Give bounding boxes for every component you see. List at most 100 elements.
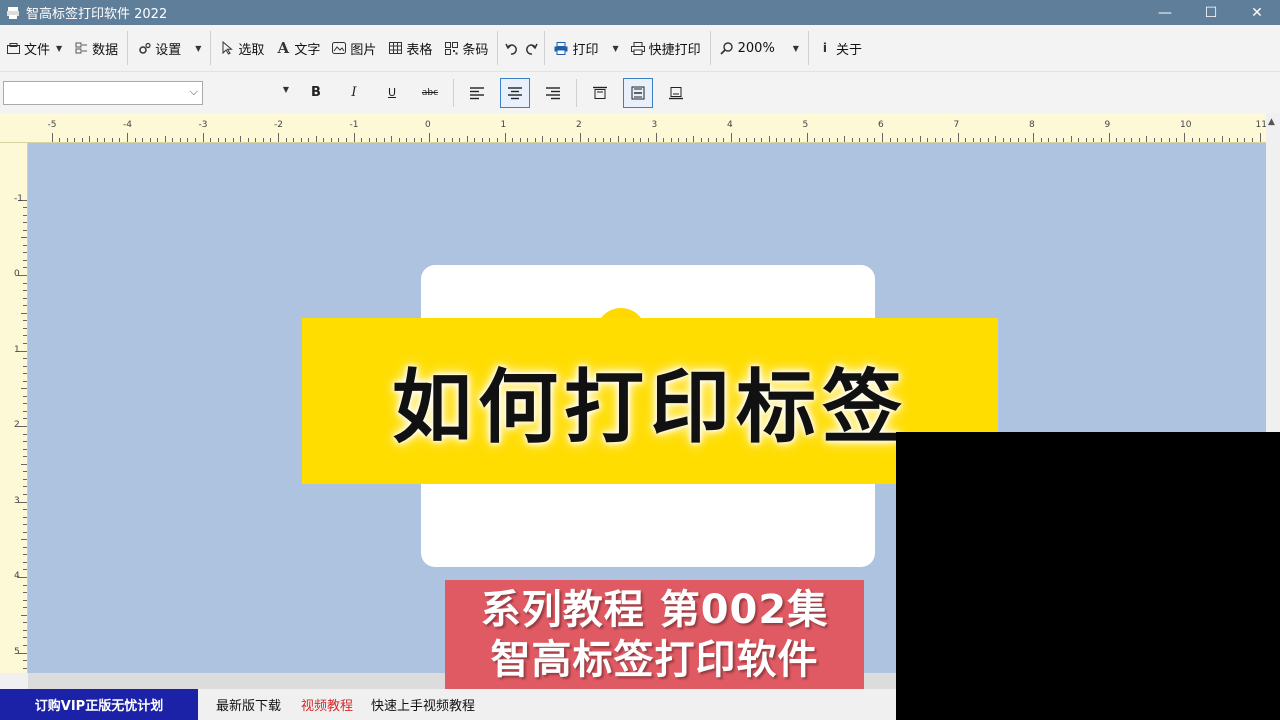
quick-print-button[interactable]: 快捷打印 [625,33,707,63]
ruler-tick [21,312,27,314]
ruler-tick [391,136,393,142]
ruler-tick [89,136,91,142]
ruler-tick [376,138,378,142]
ruler-tick [23,290,27,292]
ruler-tick [602,138,604,142]
ruler-tick [429,133,430,142]
underline-button[interactable]: U [377,78,407,108]
ruler-tick [851,138,853,142]
font-size-select[interactable]: ▼ [207,81,291,105]
ruler-tick [278,133,279,142]
zoom-select[interactable]: 200% ▼ [714,33,805,63]
ruler-tick [1236,138,1238,142]
ruler-tick [489,138,491,142]
about-button[interactable]: i 关于 [812,33,868,63]
ruler-tick [217,138,219,142]
ruler-tick [663,138,665,142]
video-tutorial-link[interactable]: 视频教程 [301,695,353,714]
ruler-label: -1 [14,193,23,204]
valign-top-button[interactable] [585,78,615,108]
ruler-tick [23,267,27,269]
ruler-tick [23,667,27,669]
scroll-up-icon[interactable]: ▲ [1268,117,1275,127]
align-left-icon [470,86,484,99]
ruler-tick [783,138,785,142]
text-tool-button[interactable]: A 文字 [270,33,326,63]
print-button[interactable]: 打印 ▼ [548,33,624,63]
ruler-tick [202,133,204,142]
ruler-tick [942,138,944,142]
ruler-tick [1093,138,1095,142]
valign-middle-button[interactable] [623,77,653,108]
ruler-tick [617,136,619,142]
horizontal-ruler: -5 -4 -3 -2 -1 0 1 2 3 4 5 6 7 8 9 10 11 [0,113,1267,143]
redo-button[interactable] [521,33,541,63]
ruler-tick [444,138,446,142]
ruler-tick [23,342,27,344]
table-tool-button[interactable]: 表格 [382,33,438,63]
ruler-tick [731,133,732,142]
printer-outline-icon [630,41,645,55]
ruler-tick [345,138,347,142]
ruler-tick [23,622,27,624]
ruler-tick [23,244,27,246]
ruler-tick [23,335,27,337]
ruler-tick [23,358,27,360]
image-tool-button[interactable]: 图片 [326,33,382,63]
select-tool-button[interactable]: 选取 [214,33,270,63]
maximize-button[interactable]: ☐ [1188,0,1234,25]
file-menu-button[interactable]: 文件 ▼ [0,33,68,63]
align-center-icon [508,86,522,99]
ruler-tick [519,138,521,142]
close-button[interactable]: ✕ [1234,0,1280,25]
ruler-tick [708,138,710,142]
barcode-tool-button[interactable]: 条码 [438,33,494,63]
ruler-tick [23,554,27,556]
ruler-tick [1055,138,1057,142]
ruler-tick [210,138,212,142]
ruler-tick [23,410,27,412]
ruler-tick [859,138,861,142]
bold-button[interactable]: B [301,78,331,108]
ruler-tick [81,138,83,142]
ruler-tick [74,138,76,142]
ruler-tick [625,138,627,142]
ruler-tick [225,138,227,142]
ruler-label: 7 [953,120,960,130]
download-link[interactable]: 最新版下载 [216,695,281,714]
ruler-tick [791,138,793,142]
toolbar-divider [210,31,212,65]
valign-bottom-button[interactable] [661,78,691,108]
ruler-label: 5 [802,120,809,130]
ruler-tick [610,138,612,142]
minimize-button[interactable]: — [1142,0,1188,25]
ruler-tick [1259,133,1261,142]
ruler-tick [134,138,136,142]
undo-button[interactable] [501,33,521,63]
italic-button[interactable]: I [339,78,369,108]
ruler-tick [164,136,166,142]
chevron-down-icon: ⌵ [189,84,198,98]
ruler-tick [512,138,514,142]
strikethrough-button[interactable]: abc [415,78,445,108]
font-family-select[interactable]: ⌵ [3,80,203,105]
ruler-tick [23,561,27,563]
quickstart-video-link[interactable]: 快速上手视频教程 [371,695,475,714]
ruler-tick [315,136,317,142]
ruler-tick [23,229,27,231]
italic-label: I [351,85,357,100]
ruler-tick [142,138,144,142]
settings-button[interactable]: 设置 ▼ [131,33,207,63]
align-center-button[interactable] [500,77,530,108]
vip-purchase-button[interactable]: 订购VIP正版无忧计划 [0,689,198,720]
ruler-tick [1010,138,1012,142]
ruler-tick [323,138,325,142]
ruler-tick [670,138,672,142]
align-left-button[interactable] [462,78,492,108]
data-button[interactable]: 数据 [68,33,124,63]
underline-label: U [387,86,397,99]
align-right-button[interactable] [538,78,568,108]
ruler-tick [466,136,468,142]
ruler-tick [23,222,27,224]
toolbar-divider [544,31,546,65]
